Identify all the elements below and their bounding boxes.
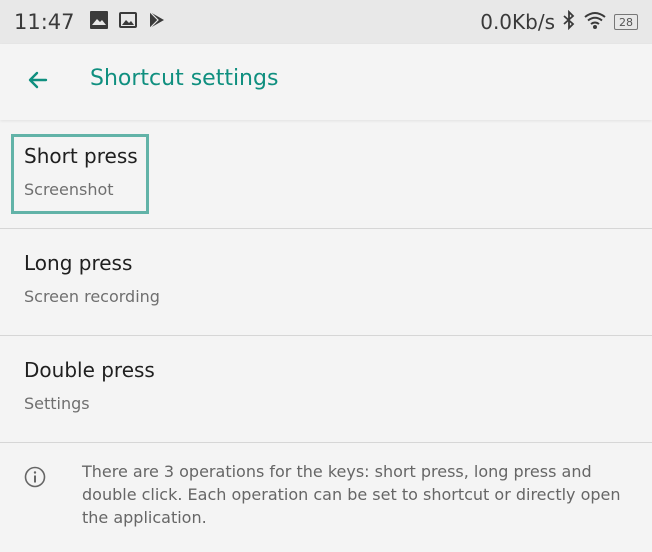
list-item-title: Short press: [24, 144, 138, 168]
list-item-subtitle: Screenshot: [24, 180, 114, 199]
page-title: Shortcut settings: [90, 66, 279, 91]
photo-icon: [89, 10, 109, 34]
status-notification-icons: [89, 10, 167, 34]
list-item-subtitle: Screen recording: [24, 287, 160, 306]
info-section: There are 3 operations for the keys: sho…: [0, 442, 652, 552]
shortcut-list: Short press Screenshot Long press Screen…: [0, 122, 652, 443]
network-speed: 0.0Kb/s: [480, 10, 555, 34]
status-time: 11:47: [14, 10, 75, 34]
battery-icon: 28: [614, 14, 638, 30]
play-store-icon: [147, 10, 167, 34]
status-right: 0.0Kb/s 28: [480, 9, 638, 34]
bluetooth-icon: [562, 9, 576, 34]
list-item-title: Long press: [24, 251, 133, 275]
app-bar: Shortcut settings: [0, 44, 652, 120]
list-item-subtitle: Settings: [24, 394, 90, 413]
gallery-icon: [118, 10, 138, 34]
double-press-item[interactable]: Double press Settings: [0, 336, 652, 443]
info-text: There are 3 operations for the keys: sho…: [82, 462, 621, 527]
back-arrow-icon[interactable]: [26, 68, 50, 92]
info-icon: [24, 466, 46, 488]
long-press-item[interactable]: Long press Screen recording: [0, 229, 652, 336]
status-bar: 11:47 0.0Kb/s 28: [0, 0, 652, 44]
list-item-title: Double press: [24, 358, 155, 382]
wifi-icon: [583, 10, 607, 34]
short-press-item[interactable]: Short press Screenshot: [0, 122, 652, 229]
battery-level: 28: [619, 15, 633, 29]
